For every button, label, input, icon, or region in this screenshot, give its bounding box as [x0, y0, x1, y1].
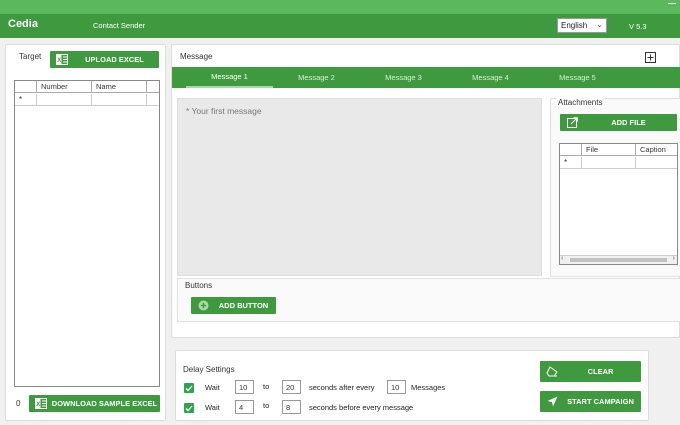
scroll-right-icon[interactable]: › [673, 255, 675, 262]
download-sample-label: DOWNLOAD SAMPLE EXCEL [51, 399, 158, 408]
delay-settings-title: Delay Settings [183, 365, 235, 374]
tab-message-3[interactable]: Message 3 [360, 67, 447, 88]
download-sample-excel-button[interactable]: X DOWNLOAD SAMPLE EXCEL [29, 395, 160, 412]
tab-message-4[interactable]: Message 4 [447, 67, 534, 88]
svg-text:X: X [57, 58, 61, 64]
start-campaign-button[interactable]: START CAMPAIGN [540, 391, 641, 412]
new-row-marker: * [560, 157, 582, 169]
excel-icon: X [56, 54, 68, 66]
delay-before-min-input[interactable]: 4 [235, 400, 254, 414]
cell-file[interactable] [582, 157, 636, 169]
to-label: to [263, 382, 270, 391]
scroll-left-icon[interactable]: ‹ [561, 255, 563, 262]
clear-label: CLEAR [587, 367, 614, 376]
row-marker-header [560, 144, 582, 156]
app-subtitle: Contact Sender [93, 21, 146, 30]
column-header-caption[interactable]: Caption [636, 144, 679, 156]
attachments-new-row[interactable]: * [560, 157, 677, 169]
column-header-number[interactable]: Number [37, 81, 92, 93]
tab-message-2[interactable]: Message 2 [273, 67, 360, 88]
message-placeholder: * Your first message [186, 106, 262, 116]
target-panel: Target X UPLOAD EXCEL Number Name * 0 X … [5, 44, 166, 421]
tab-message-1[interactable]: Message 1 [186, 67, 273, 88]
message-section-label: Message [180, 52, 213, 61]
language-value: English [561, 21, 588, 30]
cell-number[interactable] [37, 94, 92, 106]
table-new-row[interactable]: * [15, 94, 159, 106]
column-header-name[interactable]: Name [92, 81, 147, 93]
message-tabs: Message 1 Message 2 Message 3 Message 4 … [172, 67, 680, 88]
delay-after-min-input[interactable]: 10 [235, 380, 254, 394]
wait-label: Wait [205, 403, 220, 412]
tab-message-5[interactable]: Message 5 [534, 67, 621, 88]
table-header-row: Number Name [15, 81, 159, 93]
delay-before-checkbox[interactable] [184, 403, 194, 413]
send-icon [546, 396, 558, 408]
seconds-after-every-label: seconds after every [309, 383, 375, 392]
add-button-label: ADD BUTTON [218, 301, 269, 310]
upload-excel-label: UPLOAD EXCEL [85, 55, 144, 64]
plus-square-icon[interactable] [645, 52, 656, 63]
version-label: V 5.3 [629, 22, 647, 31]
checkmark-icon [185, 405, 193, 411]
start-campaign-label: START CAMPAIGN [567, 397, 634, 406]
excel-icon: X [35, 398, 47, 410]
contact-count: 0 [16, 399, 21, 408]
to-label: to [263, 401, 270, 410]
attachments-table[interactable]: File Caption * ‹ › [559, 143, 678, 265]
upload-excel-button[interactable]: X UPLOAD EXCEL [50, 51, 159, 68]
contacts-table[interactable]: Number Name * [14, 80, 160, 387]
messages-label: Messages [411, 383, 446, 392]
seconds-before-every-message-label: seconds before every message [309, 403, 414, 412]
add-file-label: ADD FILE [611, 118, 646, 127]
eraser-icon [546, 366, 558, 378]
wait-label: Wait [205, 383, 220, 392]
delay-after-max-input[interactable]: 20 [282, 380, 301, 394]
attachments-header-row: File Caption [560, 144, 677, 156]
cell-caption[interactable] [636, 157, 679, 169]
delay-before-max-input[interactable]: 8 [282, 400, 301, 414]
messages-count-input[interactable]: 10 [387, 380, 406, 394]
minimize-icon[interactable] [668, 3, 676, 4]
scrollbar-thumb[interactable] [570, 258, 667, 262]
attachments-label: Attachments [556, 98, 605, 107]
message-textarea[interactable]: * Your first message [177, 98, 542, 276]
delay-settings-panel: Delay Settings Wait 10 to 20 seconds aft… [175, 350, 649, 421]
cell-name[interactable] [92, 94, 147, 106]
external-link-icon [566, 117, 578, 129]
target-label: Target [19, 52, 42, 61]
title-bar-strip [0, 0, 680, 14]
checkmark-icon [185, 385, 193, 391]
add-button-button[interactable]: ADD BUTTON [191, 297, 276, 314]
app-name: Cedia [8, 18, 38, 30]
buttons-section: Buttons ADD BUTTON [177, 278, 680, 322]
attachments-section: Attachments ADD FILE File Caption * ‹ › [550, 98, 680, 277]
horizontal-scrollbar[interactable]: ‹ › [560, 255, 677, 264]
new-row-marker: * [15, 94, 37, 106]
row-marker-header [15, 81, 37, 93]
app-header: Cedia Contact Sender English ⌄ V 5.3 [0, 14, 680, 38]
svg-text:X: X [36, 402, 40, 408]
chevron-down-icon: ⌄ [596, 20, 603, 29]
buttons-label: Buttons [185, 281, 213, 290]
delay-after-checkbox[interactable] [184, 383, 194, 393]
column-header-file[interactable]: File [582, 144, 636, 156]
plus-circle-icon [197, 300, 209, 312]
add-file-button[interactable]: ADD FILE [560, 114, 677, 131]
clear-button[interactable]: CLEAR [540, 361, 641, 382]
language-select[interactable]: English ⌄ [557, 18, 607, 33]
